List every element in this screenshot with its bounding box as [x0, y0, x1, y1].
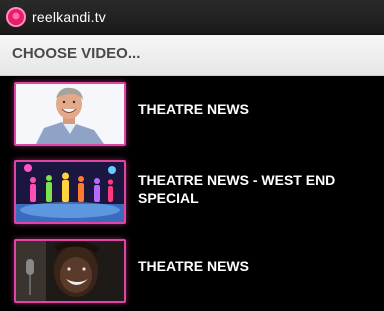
video-thumbnail[interactable] [14, 160, 126, 224]
reelkandi-logo-icon [6, 7, 26, 27]
video-item[interactable]: THEATRE NEWS [0, 82, 384, 152]
brand[interactable]: reelkandi.tv [6, 6, 106, 28]
video-list: THEATRE NEWS THEATRE NEWS - WEST END SPE… [0, 76, 384, 311]
video-thumbnail[interactable] [14, 82, 126, 146]
video-title[interactable]: THEATRE NEWS [138, 257, 378, 275]
video-item[interactable]: THEATRE NEWS - WEST END SPECIAL [0, 160, 384, 230]
video-thumbnail[interactable] [14, 239, 126, 303]
thumbnail-image [16, 84, 124, 144]
brand-name: reelkandi.tv [32, 9, 106, 25]
video-title[interactable]: THEATRE NEWS - WEST END SPECIAL [138, 171, 378, 207]
video-title[interactable]: THEATRE NEWS [138, 100, 378, 118]
section-header: CHOOSE VIDEO... [0, 35, 384, 76]
page-title: CHOOSE VIDEO... [12, 45, 141, 62]
video-item[interactable]: THEATRE NEWS [0, 239, 384, 309]
top-bar: reelkandi.tv [0, 0, 384, 35]
app-frame: reelkandi.tv CHOOSE VIDEO... THEATRE NEW… [0, 0, 384, 311]
thumbnail-image [16, 162, 124, 222]
thumbnail-image [16, 241, 124, 301]
